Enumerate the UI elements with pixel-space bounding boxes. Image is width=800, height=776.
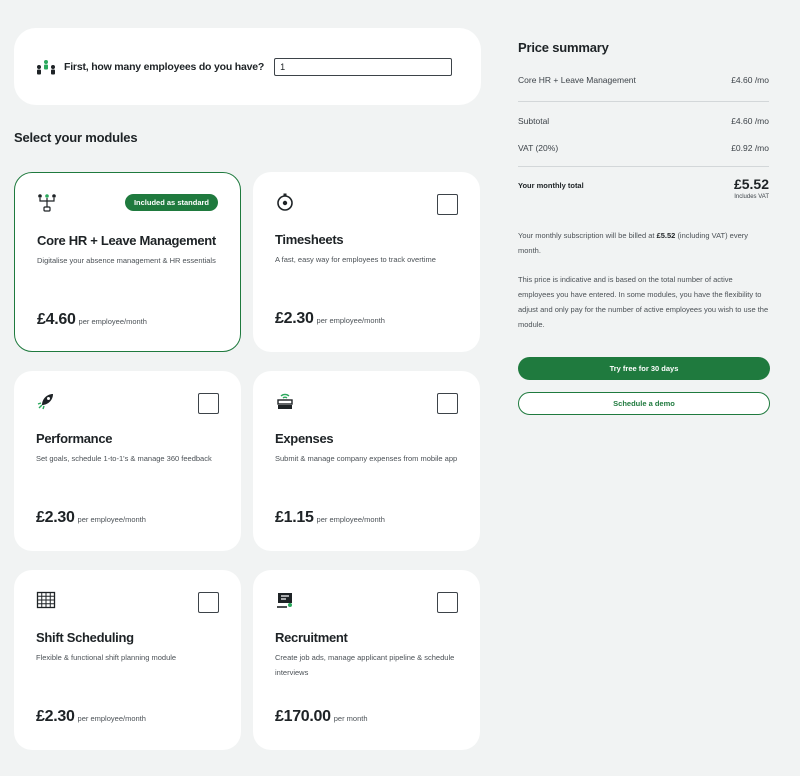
people-network-icon bbox=[38, 194, 56, 212]
module-checkbox[interactable] bbox=[437, 194, 458, 215]
module-price-unit: per employee/month bbox=[316, 515, 385, 524]
subtotal-label: Subtotal bbox=[518, 116, 550, 126]
module-price: £2.30 per employee/month bbox=[36, 509, 146, 527]
calendar-grid-icon bbox=[36, 591, 56, 609]
module-price-amount: £4.60 bbox=[37, 311, 76, 328]
vat-label: VAT (20%) bbox=[518, 143, 559, 153]
billing-note-start: Your monthly subscription will be billed… bbox=[518, 231, 655, 240]
module-name: Core HR + Leave Management bbox=[37, 233, 216, 248]
module-card-timesheets[interactable]: Timesheets A fast, easy way for employee… bbox=[253, 172, 480, 352]
price-disclaimer: This price is indicative and is based on… bbox=[518, 275, 769, 329]
billing-note: Your monthly subscription will be billed… bbox=[518, 228, 769, 258]
try-free-button[interactable]: Try free for 30 days bbox=[518, 357, 770, 380]
summary-subtotal: Subtotal £4.60 /mo bbox=[518, 116, 769, 126]
module-price: £2.30 per employee/month bbox=[36, 708, 146, 726]
module-name: Shift Scheduling bbox=[36, 630, 134, 645]
subtotal-value: £4.60 /mo bbox=[731, 116, 769, 126]
receipt-icon bbox=[277, 393, 293, 409]
module-name: Expenses bbox=[275, 431, 334, 446]
module-price-amount: £2.30 bbox=[275, 310, 314, 327]
module-price-unit: per employee/month bbox=[77, 714, 146, 723]
summary-divider bbox=[518, 166, 769, 167]
rocket-icon bbox=[37, 394, 53, 410]
included-standard-badge: Included as standard bbox=[124, 194, 218, 211]
total-vat-note: Includes VAT bbox=[734, 194, 769, 200]
summary-line-item-label: Core HR + Leave Management bbox=[518, 75, 636, 85]
module-description: Flexible & functional shift planning mod… bbox=[36, 653, 177, 662]
module-price-unit: per employee/month bbox=[77, 515, 146, 524]
price-summary-title: Price summary bbox=[518, 40, 609, 55]
module-price-amount: £2.30 bbox=[36, 708, 75, 725]
module-checkbox[interactable] bbox=[437, 592, 458, 613]
total-amount: £5.52 bbox=[733, 176, 769, 192]
summary-total: Your monthly total £5.52 Includes VAT bbox=[518, 176, 769, 200]
summary-line-item: Core HR + Leave Management £4.60 /mo bbox=[518, 75, 769, 85]
stopwatch-icon bbox=[277, 193, 293, 211]
billing-amount: £5.52 bbox=[656, 231, 676, 240]
module-description: A fast, easy way for employees to track … bbox=[275, 255, 436, 264]
modules-section-title: Select your modules bbox=[14, 130, 138, 145]
module-card-recruitment[interactable]: Recruitment Create job ads, manage appli… bbox=[253, 570, 480, 750]
module-checkbox[interactable] bbox=[437, 393, 458, 414]
module-price-amount: £1.15 bbox=[275, 509, 314, 526]
module-card-performance[interactable]: Performance Set goals, schedule 1-to-1's… bbox=[14, 371, 241, 551]
module-description: Create job ads, manage applicant pipelin… bbox=[275, 653, 455, 677]
module-price: £2.30 per employee/month bbox=[275, 310, 385, 328]
module-price-unit: per employee/month bbox=[316, 316, 385, 325]
module-price-amount: £2.30 bbox=[36, 509, 75, 526]
module-price: £170.00 per month bbox=[275, 708, 368, 726]
job-board-icon bbox=[277, 593, 292, 608]
module-description: Digitalise your absence management & HR … bbox=[37, 256, 216, 265]
module-card-core-hr[interactable]: Included as standard Core HR + Leave Man… bbox=[14, 172, 241, 352]
module-name: Timesheets bbox=[275, 232, 344, 247]
module-description: Submit & manage company expenses from mo… bbox=[275, 454, 458, 463]
module-price-unit: per month bbox=[333, 714, 368, 723]
schedule-demo-button[interactable]: Schedule a demo bbox=[518, 392, 770, 415]
employee-count-input[interactable] bbox=[274, 57, 453, 76]
summary-divider bbox=[518, 101, 769, 102]
employee-count-question: First, how many employees do you have? bbox=[64, 60, 265, 73]
module-name: Recruitment bbox=[275, 630, 348, 645]
employee-count-card: First, how many employees do you have? bbox=[14, 28, 481, 105]
module-checkbox[interactable] bbox=[198, 592, 219, 613]
module-card-expenses[interactable]: Expenses Submit & manage company expense… bbox=[253, 371, 480, 551]
total-label: Your monthly total bbox=[518, 181, 584, 190]
module-checkbox[interactable] bbox=[198, 393, 219, 414]
module-price-unit: per employee/month bbox=[78, 317, 147, 326]
module-price-amount: £170.00 bbox=[275, 708, 331, 725]
summary-vat: VAT (20%) £0.92 /mo bbox=[518, 143, 769, 153]
module-card-shift-scheduling[interactable]: Shift Scheduling Flexible & functional s… bbox=[14, 570, 241, 750]
module-price: £4.60 per employee/month bbox=[37, 311, 147, 329]
price-summary: Price summary Core HR + Leave Management… bbox=[518, 40, 770, 415]
module-description: Set goals, schedule 1-to-1's & manage 36… bbox=[36, 454, 212, 463]
module-name: Performance bbox=[36, 431, 113, 446]
module-price: £1.15 per employee/month bbox=[275, 509, 385, 527]
summary-line-item-value: £4.60 /mo bbox=[731, 75, 769, 85]
people-icon bbox=[37, 59, 55, 74]
vat-value: £0.92 /mo bbox=[731, 143, 769, 153]
